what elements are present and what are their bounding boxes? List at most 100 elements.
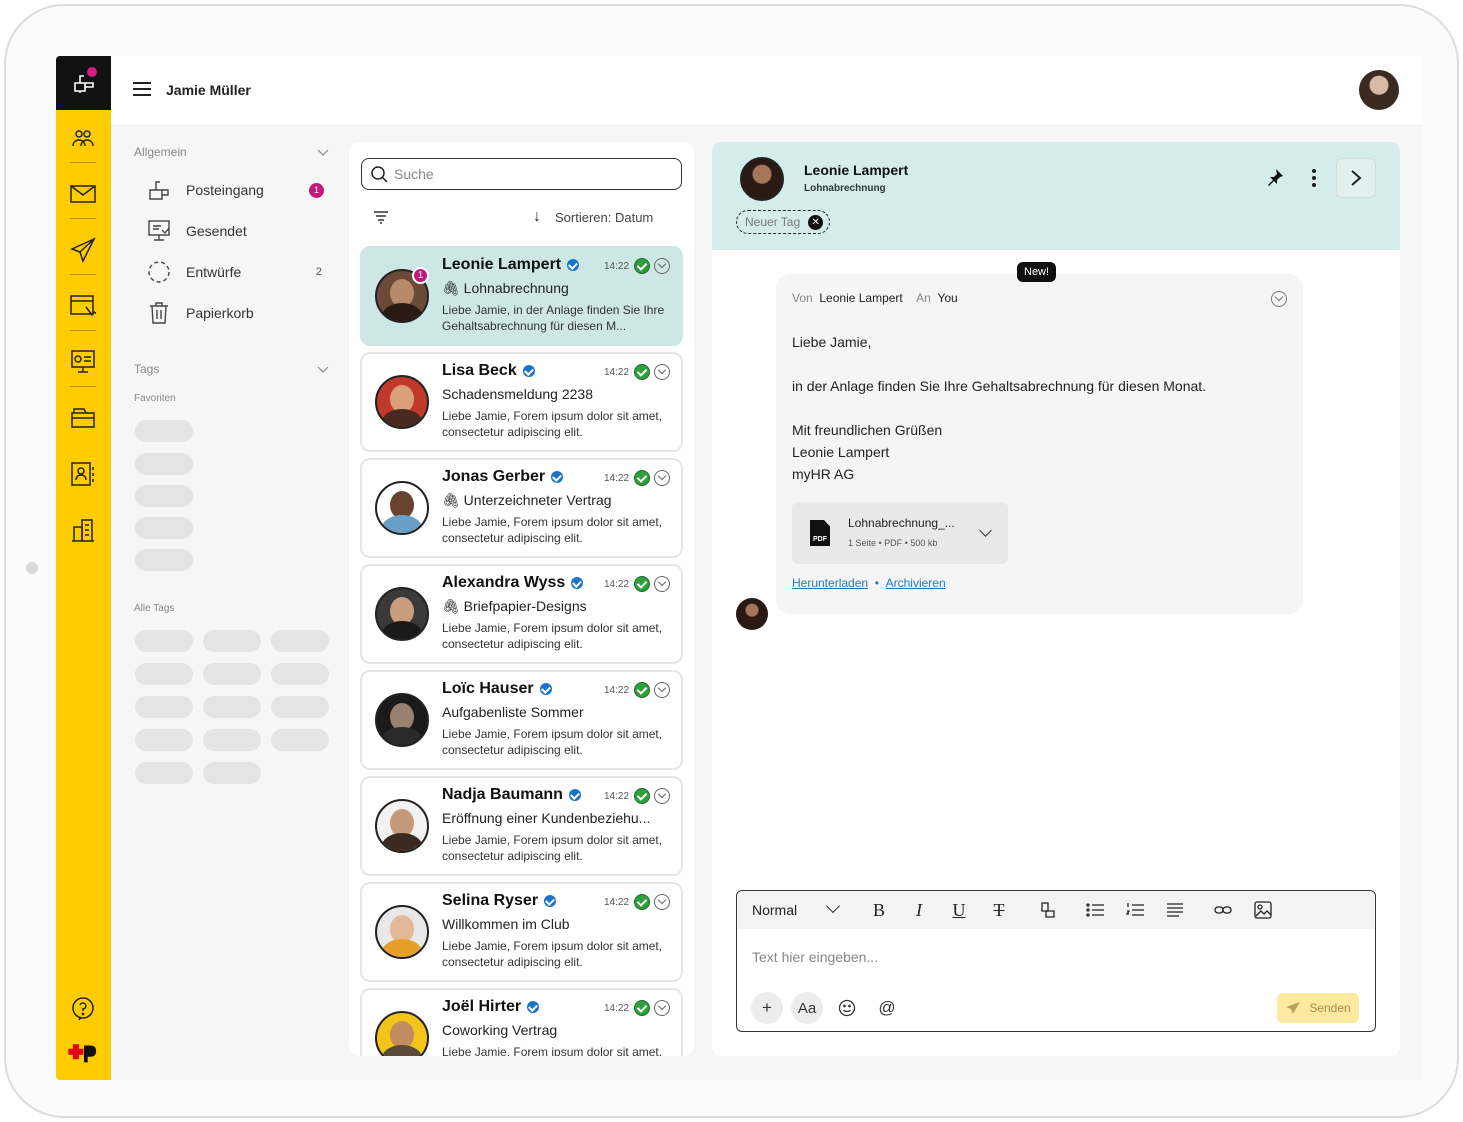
verified-icon	[539, 683, 552, 695]
new-tag-chip[interactable]: Neuer Tag ✕	[736, 210, 831, 234]
drafts-count: 2	[315, 266, 322, 278]
message-subject: Willkommen im Club	[442, 916, 570, 932]
bullet-list-icon[interactable]	[1084, 899, 1106, 921]
shield-check-icon	[634, 894, 650, 910]
download-link[interactable]: Herunterladen	[792, 576, 868, 590]
paperclip-icon: 🖇	[442, 598, 464, 614]
expand-circle-icon[interactable]	[654, 894, 670, 910]
tag-placeholder	[135, 453, 193, 475]
tag-placeholder	[271, 630, 329, 652]
tag-placeholder	[203, 696, 261, 718]
italic-icon[interactable]: I	[908, 899, 930, 921]
chevron-down-icon[interactable]	[979, 524, 992, 537]
send-plane-icon[interactable]	[68, 235, 98, 265]
mail-icon[interactable]	[68, 179, 98, 209]
sidebar-item-trash[interactable]: Papierkorb	[146, 298, 336, 328]
message-card[interactable]: Alexandra Wyss 14:22 🖇 Briefpapier-Desig…	[360, 564, 683, 664]
message-card[interactable]: Loïc Hauser 14:22 Aufgabenliste Sommer L…	[360, 670, 683, 770]
sender-avatar	[375, 375, 429, 429]
chevron-down-icon[interactable]	[317, 363, 329, 375]
tag-placeholder	[203, 630, 261, 652]
message-card[interactable]: Selina Ryser 14:22 Willkommen im Club Li…	[360, 882, 683, 982]
sender-avatar	[375, 1011, 429, 1056]
mention-icon[interactable]: @	[871, 992, 903, 1024]
message-bubble: Von Leonie Lampert An You Liebe Jamie, i…	[776, 274, 1303, 614]
sidebar-item-drafts[interactable]: Entwürfe 2	[146, 257, 336, 287]
shield-check-icon	[634, 258, 650, 274]
inbox-icon	[146, 177, 172, 203]
attachment-card[interactable]: PDF Lohnabrechnung_... 1 Seite • PDF • 5…	[792, 502, 1008, 564]
message-preview: Liebe Jamie, Forem ipsum dolor sit amet,…	[442, 833, 663, 863]
sidebar-item-inbox[interactable]: Posteingang 1	[146, 175, 336, 205]
message-card[interactable]: Jonas Gerber 14:22 🖇 Unterzeichneter Ver…	[360, 458, 683, 558]
emoji-icon[interactable]	[831, 992, 863, 1024]
image-icon[interactable]	[1252, 899, 1274, 921]
attachment-links: Herunterladen • Archivieren	[792, 576, 946, 590]
message-card[interactable]: 1 Leonie Lampert 14:22 🖇 Lohnabrechnung …	[360, 246, 683, 346]
expand-circle-icon[interactable]	[654, 1000, 670, 1016]
message-preview: Liebe Jamie, Forem ipsum dolor sit amet,…	[442, 515, 663, 545]
app-rail	[56, 56, 111, 1080]
archive-link[interactable]: Archivieren	[886, 576, 946, 590]
tag-placeholder	[135, 696, 193, 718]
all-tags-label: Alle Tags	[134, 603, 175, 614]
expand-circle-icon[interactable]	[654, 576, 670, 592]
tag-placeholder	[271, 696, 329, 718]
finance-screen-icon[interactable]	[68, 347, 98, 377]
reply-editor: Normal B I U T Text hier eingeben... + A…	[736, 890, 1376, 1032]
send-button[interactable]: Senden	[1277, 993, 1359, 1023]
expand-circle-icon[interactable]	[1271, 291, 1287, 307]
add-icon[interactable]: +	[751, 992, 783, 1024]
expand-circle-icon[interactable]	[654, 258, 670, 274]
verified-icon	[551, 471, 564, 483]
pin-icon[interactable]	[1266, 168, 1284, 186]
help-icon[interactable]	[68, 994, 98, 1024]
sender-avatar	[375, 905, 429, 959]
address-book-icon[interactable]	[68, 459, 98, 489]
contacts-icon[interactable]	[68, 124, 98, 154]
sidebar-item-sent[interactable]: Gesendet	[146, 216, 336, 246]
filter-icon[interactable]	[373, 210, 389, 224]
chevron-down-icon[interactable]	[825, 898, 841, 914]
new-tag-label: Neuer Tag	[745, 215, 801, 229]
format-select[interactable]: Normal	[752, 902, 797, 918]
profile-avatar[interactable]	[1359, 70, 1399, 110]
expand-circle-icon[interactable]	[654, 364, 670, 380]
mailbox-logo-icon[interactable]	[56, 56, 111, 110]
message-card[interactable]: Lisa Beck 14:22 Schadensmeldung 2238 Lie…	[360, 352, 683, 452]
underline-icon[interactable]: U	[948, 899, 970, 921]
browser-icon[interactable]	[68, 291, 98, 321]
message-card[interactable]: Joël Hirter 14:22 Coworking Vertrag Lieb…	[360, 988, 683, 1056]
search-box[interactable]	[361, 158, 682, 190]
message-card[interactable]: Nadja Baumann 14:22 Eröffnung einer Kund…	[360, 776, 683, 876]
message-preview: Liebe Jamie, Forem ipsum dolor sit amet,…	[442, 1045, 663, 1056]
unread-badge: 1	[309, 182, 324, 198]
align-icon[interactable]	[1164, 899, 1186, 921]
expand-circle-icon[interactable]	[654, 682, 670, 698]
sidebar-item-label: Posteingang	[186, 182, 264, 198]
close-icon[interactable]: ✕	[808, 214, 824, 230]
expand-circle-icon[interactable]	[654, 788, 670, 804]
unread-badge: 1	[412, 267, 429, 284]
hamburger-menu-icon[interactable]	[133, 82, 151, 98]
highlight-icon[interactable]	[1036, 899, 1058, 921]
numbered-list-icon[interactable]	[1124, 899, 1146, 921]
folder-icon[interactable]	[68, 403, 98, 433]
verified-icon	[571, 577, 584, 589]
more-options-icon[interactable]	[1312, 169, 1318, 187]
search-input[interactable]	[394, 166, 664, 182]
notification-dot	[87, 67, 97, 77]
sort-button[interactable]: ↓ Sortieren: Datum	[533, 208, 653, 226]
next-message-button[interactable]	[1336, 158, 1376, 198]
bold-icon[interactable]: B	[868, 899, 890, 921]
building-icon[interactable]	[68, 515, 98, 545]
chevron-down-icon[interactable]	[317, 146, 329, 158]
strikethrough-icon[interactable]: T	[988, 899, 1010, 921]
text-style-icon[interactable]: Aa	[791, 992, 823, 1024]
top-bar: Jamie Müller	[111, 56, 1422, 126]
link-icon[interactable]	[1212, 899, 1234, 921]
expand-circle-icon[interactable]	[654, 470, 670, 486]
message-input[interactable]: Text hier eingeben...	[752, 949, 878, 965]
search-icon	[371, 166, 388, 183]
sender-name: Nadja Baumann	[442, 786, 581, 804]
